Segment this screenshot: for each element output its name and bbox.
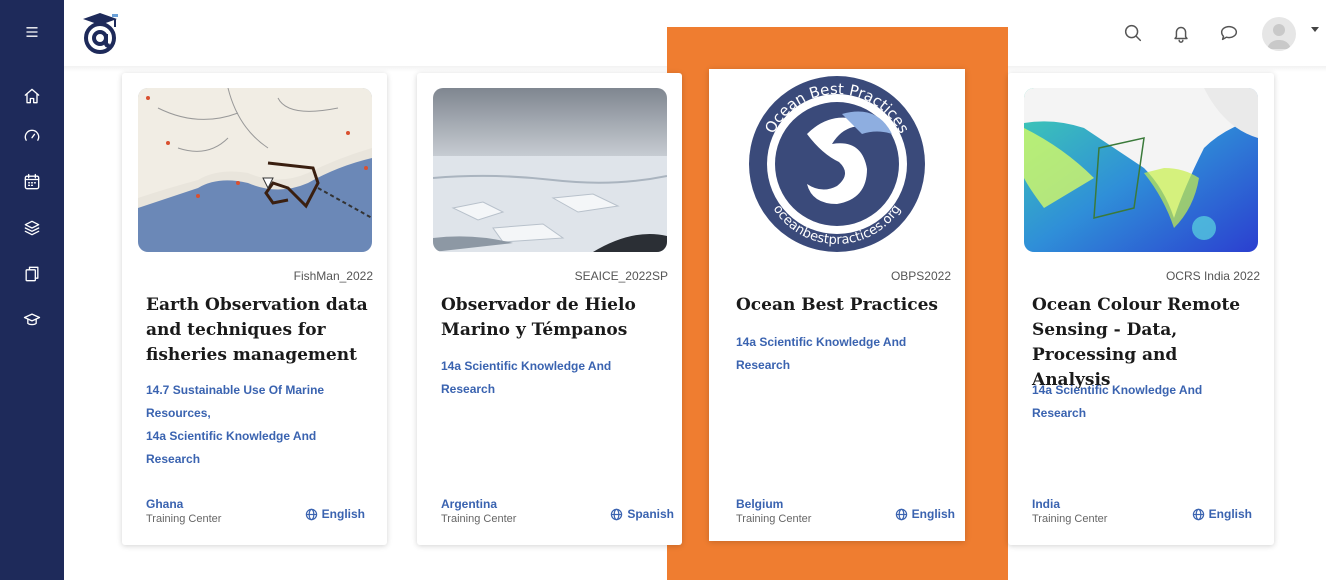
course-title[interactable]: Ocean Colour Remote Sensing - Data, Proc…	[1032, 293, 1260, 393]
course-thumbnail-logo: Ocean Best Practices oceanbestpractices.…	[727, 74, 947, 254]
course-thumbnail-map	[138, 88, 372, 252]
course-card[interactable]: FishMan_2022 Earth Observation data and …	[122, 73, 387, 545]
course-country: Ghana	[146, 497, 184, 511]
chevron-down-icon[interactable]	[1311, 27, 1319, 32]
tag-line[interactable]: Research	[736, 354, 906, 377]
documents-icon	[25, 266, 39, 282]
gauge-icon	[24, 129, 40, 141]
globe-icon	[895, 508, 907, 520]
course-code: OBPS2022	[890, 269, 951, 283]
language-label: English	[1208, 507, 1252, 521]
chat-icon	[1220, 25, 1238, 41]
course-language: English	[305, 507, 365, 521]
language-label: Spanish	[627, 507, 674, 521]
tag-line[interactable]: 14a Scientific Knowledge And	[1032, 379, 1202, 402]
avatar[interactable]	[1262, 17, 1296, 51]
course-center: Training Center	[146, 513, 222, 525]
course-card[interactable]: OCRS India 2022 Ocean Colour Remote Sens…	[1008, 73, 1274, 545]
course-tags: 14a Scientific Knowledge And Research	[1032, 379, 1202, 425]
bell-icon	[1174, 26, 1188, 43]
course-center: Training Center	[441, 513, 517, 525]
sidebar-item-home[interactable]	[20, 84, 44, 108]
language-label: English	[321, 507, 365, 521]
course-card[interactable]: SEAICE_2022SP Observador de Hielo Marino…	[417, 73, 682, 545]
language-label: English	[911, 507, 955, 521]
tag-line[interactable]: 14a Scientific Knowledge And	[736, 331, 906, 354]
course-language: Spanish	[610, 507, 674, 521]
sidebar	[0, 0, 64, 580]
course-title[interactable]: Observador de Hielo Marino y Témpanos	[441, 293, 669, 343]
sidebar-item-documents[interactable]	[20, 262, 44, 286]
site-logo[interactable]	[78, 10, 122, 56]
notifications-button[interactable]	[1170, 22, 1194, 46]
course-country: Argentina	[441, 497, 498, 511]
course-country: India	[1032, 497, 1061, 511]
home-icon	[24, 88, 40, 104]
messages-button[interactable]	[1218, 22, 1242, 46]
calendar-icon	[24, 173, 40, 190]
course-language: English	[1192, 507, 1252, 521]
graduation-cap-icon	[23, 313, 41, 326]
sidebar-item-layers[interactable]	[20, 216, 44, 240]
tag-line[interactable]: 14.7 Sustainable Use Of Marine	[146, 379, 324, 402]
search-icon	[1124, 24, 1142, 42]
course-tags: 14a Scientific Knowledge And Research	[441, 355, 611, 401]
globe-icon	[1192, 508, 1204, 520]
tag-line[interactable]: Research	[146, 448, 324, 471]
globe-icon	[305, 508, 317, 520]
menu-button[interactable]	[20, 20, 44, 44]
tag-line[interactable]: Resources,	[146, 402, 324, 425]
tag-line[interactable]: Research	[441, 378, 611, 401]
course-tags: 14.7 Sustainable Use Of Marine Resources…	[146, 379, 324, 471]
sidebar-item-dashboard[interactable]	[20, 124, 44, 148]
course-code: FishMan_2022	[293, 269, 373, 283]
course-country: Belgium	[736, 497, 784, 511]
logo-icon	[83, 13, 118, 54]
tag-line[interactable]: 14a Scientific Knowledge And	[441, 355, 611, 378]
course-code: SEAICE_2022SP	[574, 269, 668, 283]
user-icon	[1267, 24, 1291, 49]
course-language: English	[895, 507, 955, 521]
course-thumbnail-ocean-colour	[1024, 88, 1258, 252]
course-title[interactable]: Earth Observation data and techniques fo…	[146, 293, 374, 368]
course-thumbnail-ice	[433, 88, 667, 252]
tag-line[interactable]: Research	[1032, 402, 1202, 425]
course-tags: 14a Scientific Knowledge And Research	[736, 331, 906, 377]
course-card-highlighted[interactable]: Ocean Best Practices oceanbestpractices.…	[709, 69, 965, 541]
course-code: OCRS India 2022	[1165, 269, 1260, 283]
search-button[interactable]	[1122, 22, 1146, 46]
sidebar-item-courses[interactable]	[20, 308, 44, 332]
course-center: Training Center	[736, 513, 812, 525]
course-center: Training Center	[1032, 513, 1108, 525]
globe-icon	[611, 508, 623, 520]
course-title[interactable]: Ocean Best Practices	[736, 293, 964, 318]
sidebar-item-calendar[interactable]	[20, 170, 44, 194]
layers-icon	[24, 220, 40, 236]
menu-icon	[26, 27, 38, 37]
tag-line[interactable]: 14a Scientific Knowledge And	[146, 425, 324, 448]
